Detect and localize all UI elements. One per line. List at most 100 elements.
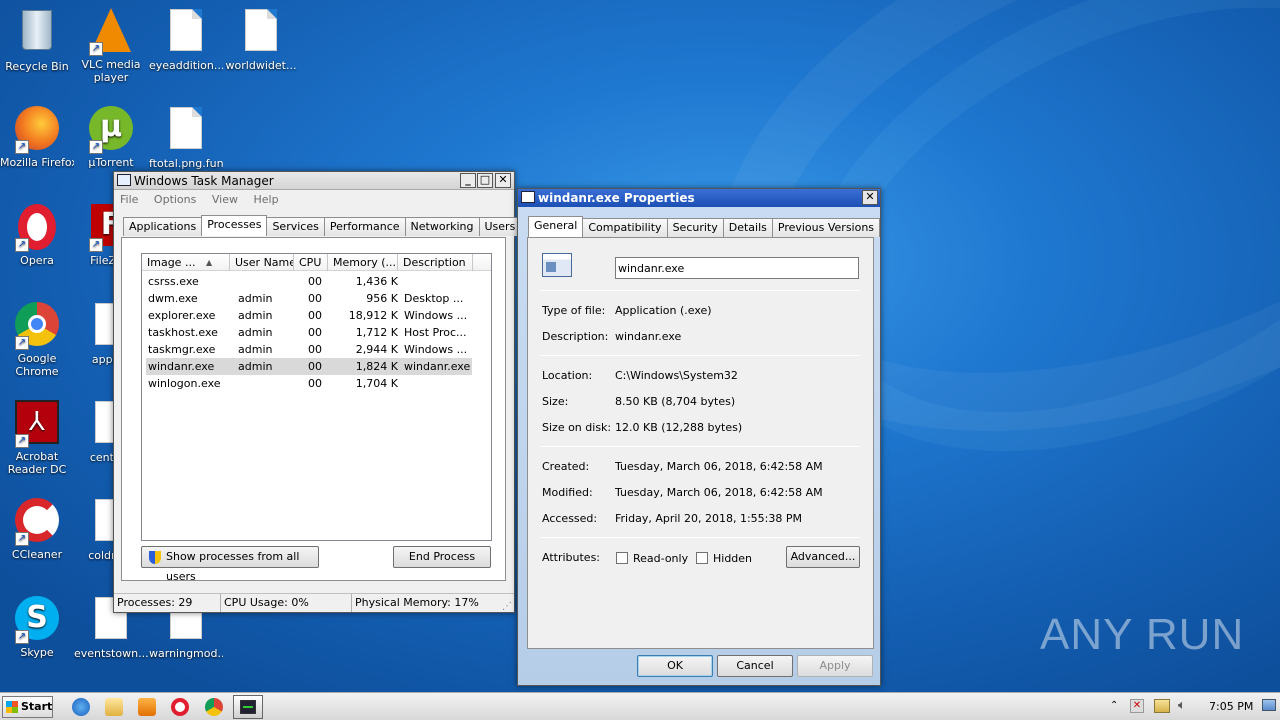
menu-view[interactable]: View bbox=[212, 193, 238, 206]
process-row[interactable]: winlogon.exe 00 1,704 K bbox=[146, 375, 472, 392]
processes-panel: Image ... ▲ User Name CPU Memory (... Des… bbox=[121, 237, 506, 583]
desktop-icon-firefox[interactable]: ↗ Mozilla Firefox bbox=[0, 104, 74, 169]
process-cell-image: taskhost.exe bbox=[148, 326, 218, 339]
desktop-icon-acrobat[interactable]: ⅄ ↗ Acrobat Reader DC bbox=[0, 398, 74, 476]
action-center-flag-icon[interactable]: ✕ bbox=[1130, 699, 1144, 713]
show-desktop-button[interactable] bbox=[1262, 699, 1276, 711]
tab-previous-versions[interactable]: Previous Versions bbox=[771, 218, 881, 237]
desktop-icon-label: Skype bbox=[20, 646, 54, 659]
desktop-icon-label-line2: player bbox=[93, 71, 129, 84]
desktop-icon-skype[interactable]: S ↗ Skype bbox=[0, 594, 74, 659]
resize-grip-icon[interactable]: ⋰ bbox=[502, 598, 512, 616]
start-button[interactable]: Start bbox=[2, 696, 53, 718]
column-header-memory[interactable]: Memory (... bbox=[328, 254, 398, 271]
task-manager-window[interactable]: Windows Task Manager _ □ ✕ File Options … bbox=[113, 171, 522, 616]
exe-file-icon bbox=[542, 253, 572, 277]
process-row[interactable]: csrss.exe 00 1,436 K bbox=[146, 273, 472, 290]
column-header-cpu[interactable]: CPU bbox=[294, 254, 328, 271]
desktop-icon-utorrent[interactable]: µ ↗ µTorrent bbox=[74, 104, 148, 169]
desktop-icon-vlc[interactable]: ↗ VLC media player bbox=[74, 6, 148, 84]
tab-services[interactable]: Services bbox=[266, 217, 325, 236]
menu-options[interactable]: Options bbox=[154, 193, 196, 206]
hidden-checkbox[interactable] bbox=[696, 552, 708, 564]
shortcut-arrow-icon: ↗ bbox=[15, 140, 29, 154]
desktop-icon-file[interactable]: worldwidet... bbox=[224, 6, 298, 72]
cancel-button[interactable]: Cancel bbox=[717, 655, 793, 677]
desktop-icon-label: eyeaddition... bbox=[149, 59, 223, 72]
tab-details[interactable]: Details bbox=[722, 218, 773, 237]
end-process-button[interactable]: End Process bbox=[393, 546, 491, 568]
filename-input[interactable] bbox=[615, 257, 859, 279]
tab-applications[interactable]: Applications bbox=[123, 217, 203, 236]
close-button[interactable]: ✕ bbox=[862, 190, 878, 205]
file-icon bbox=[162, 107, 210, 155]
opera-icon[interactable] bbox=[171, 698, 189, 716]
minimize-button[interactable]: _ bbox=[460, 173, 476, 188]
accessed-label: Accessed: bbox=[542, 512, 598, 525]
process-cell-user: admin bbox=[238, 309, 273, 322]
process-cell-image: windanr.exe bbox=[148, 360, 215, 373]
desktop-icon-chrome[interactable]: ↗ Google Chrome bbox=[0, 300, 74, 378]
desktop-icon-file[interactable]: ftotal.png.fun bbox=[149, 104, 223, 170]
shortcut-arrow-icon: ↗ bbox=[15, 630, 29, 644]
network-icon[interactable] bbox=[1154, 699, 1170, 713]
process-cell-mem: 18,912 K bbox=[348, 309, 398, 322]
tab-performance[interactable]: Performance bbox=[323, 217, 406, 236]
properties-titlebar[interactable]: windanr.exe Properties ✕ bbox=[518, 189, 880, 207]
window-title: Windows Task Manager bbox=[134, 174, 274, 188]
explorer-folder-icon[interactable] bbox=[105, 698, 123, 716]
clock-time[interactable]: 7:05 PM bbox=[1209, 700, 1253, 713]
apply-button[interactable]: Apply bbox=[797, 655, 873, 677]
ok-button[interactable]: OK bbox=[637, 655, 713, 677]
task-manager-titlebar[interactable]: Windows Task Manager _ □ ✕ bbox=[114, 172, 514, 190]
tab-networking[interactable]: Networking bbox=[404, 217, 480, 236]
column-header-description[interactable]: Description bbox=[398, 254, 473, 271]
process-row[interactable]: dwm.exe admin 00 956 K Desktop ... bbox=[146, 290, 472, 307]
tab-processes[interactable]: Processes bbox=[201, 215, 268, 236]
advanced-button[interactable]: Advanced... bbox=[786, 546, 860, 568]
tab-security[interactable]: Security bbox=[666, 218, 724, 237]
desktop-icon-file[interactable]: eyeaddition... bbox=[149, 6, 223, 72]
desktop-icon-ccleaner[interactable]: ↗ CCleaner bbox=[0, 496, 74, 561]
process-list[interactable]: Image ... ▲ User Name CPU Memory (... Des… bbox=[141, 253, 492, 541]
window-title: windanr.exe Properties bbox=[538, 191, 695, 205]
process-cell-cpu: 00 bbox=[308, 309, 322, 322]
tab-general[interactable]: General bbox=[528, 216, 584, 237]
shortcut-arrow-icon: ↗ bbox=[15, 434, 29, 448]
tab-users[interactable]: Users bbox=[478, 217, 522, 236]
media-player-icon[interactable] bbox=[138, 698, 156, 716]
process-cell-user: admin bbox=[238, 360, 273, 373]
read-only-checkbox[interactable] bbox=[616, 552, 628, 564]
column-header-user-name[interactable]: User Name bbox=[230, 254, 294, 271]
process-row[interactable]: taskhost.exe admin 00 1,712 K Host Proc... bbox=[146, 324, 472, 341]
desktop-icon-recycle-bin[interactable]: Recycle Bin bbox=[0, 6, 74, 73]
read-only-label[interactable]: Read-only bbox=[633, 552, 688, 565]
chrome-icon[interactable] bbox=[205, 698, 223, 716]
vlc-icon: ↗ bbox=[87, 8, 135, 56]
size-label: Size: bbox=[542, 395, 569, 408]
start-label: Start bbox=[21, 700, 53, 713]
internet-explorer-icon[interactable] bbox=[72, 698, 90, 716]
process-cell-image: winlogon.exe bbox=[148, 377, 221, 390]
process-row[interactable]: taskmgr.exe admin 00 2,944 K Windows ... bbox=[146, 341, 472, 358]
desktop-icon-label: ftotal.png.fun bbox=[149, 157, 223, 170]
process-row[interactable]: windanr.exe admin 00 1,824 K windanr.exe bbox=[146, 358, 472, 375]
process-row[interactable]: explorer.exe admin 00 18,912 K Windows ... bbox=[146, 307, 472, 324]
volume-icon[interactable]: 🔈︎ bbox=[1178, 698, 1186, 713]
tab-compatibility[interactable]: Compatibility bbox=[582, 218, 668, 237]
menu-help[interactable]: Help bbox=[253, 193, 278, 206]
maximize-button[interactable]: □ bbox=[477, 173, 493, 188]
show-all-processes-button[interactable]: Show processes from all users bbox=[141, 546, 319, 583]
desktop-icon-opera[interactable]: ↗ Opera bbox=[0, 202, 74, 267]
process-cell-desc: Desktop ... bbox=[404, 292, 464, 305]
column-header-image[interactable]: Image ... ▲ bbox=[142, 254, 230, 271]
properties-window[interactable]: windanr.exe Properties ✕ General Compati… bbox=[517, 188, 881, 686]
opera-icon: ↗ bbox=[13, 204, 61, 252]
shortcut-arrow-icon: ↗ bbox=[89, 42, 103, 56]
menu-file[interactable]: File bbox=[120, 193, 138, 206]
show-hidden-icons-button[interactable]: ⌃ bbox=[1110, 700, 1118, 711]
shortcut-arrow-icon: ↗ bbox=[15, 336, 29, 350]
taskbar-task-manager-button[interactable] bbox=[233, 695, 263, 719]
close-button[interactable]: ✕ bbox=[495, 173, 511, 188]
hidden-label[interactable]: Hidden bbox=[713, 552, 752, 565]
